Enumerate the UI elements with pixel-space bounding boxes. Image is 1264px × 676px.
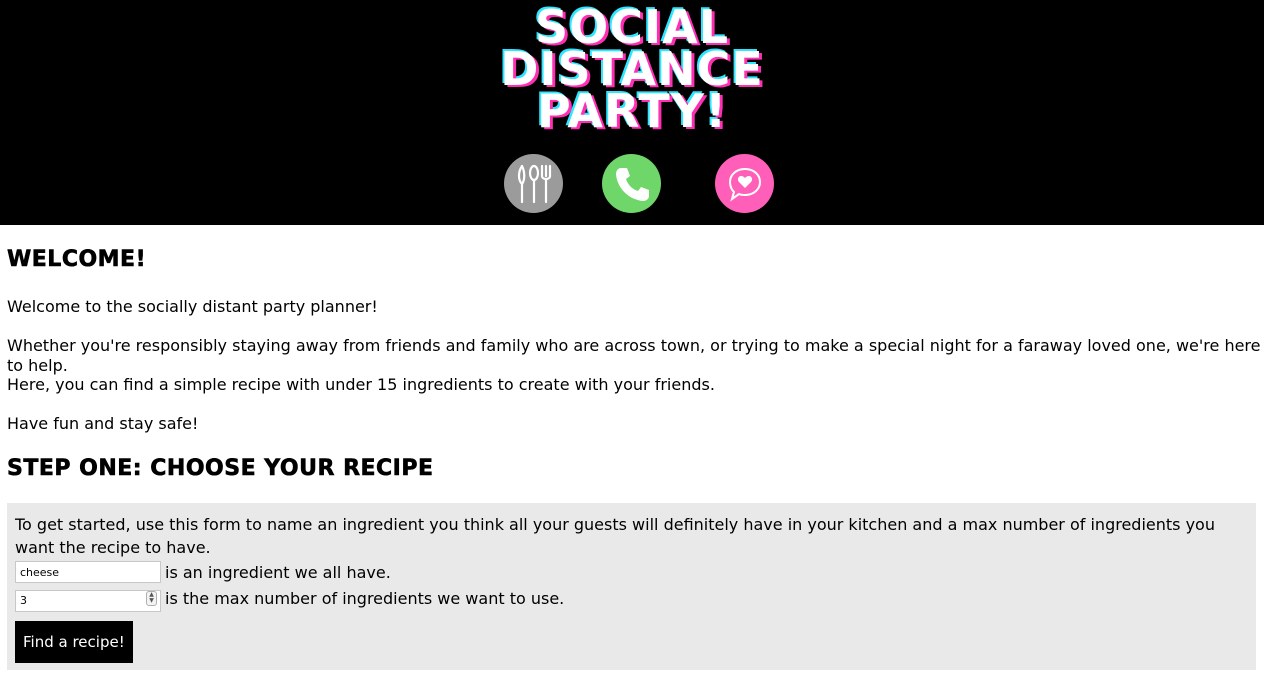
welcome-paragraph-4: Have fun and stay safe! xyxy=(7,414,199,433)
chat-nav-button[interactable] xyxy=(715,154,774,213)
form-intro: To get started, use this form to name an… xyxy=(15,515,1215,557)
welcome-paragraph-1: Welcome to the socially distant party pl… xyxy=(7,297,378,316)
ingredient-row: is an ingredient we all have. xyxy=(15,559,1248,585)
ingredient-input[interactable] xyxy=(15,561,161,583)
site-header: SOCIAL DISTANCE PARTY! xyxy=(0,0,1264,225)
heart-chat-icon xyxy=(728,167,761,201)
recipe-nav-button[interactable] xyxy=(504,154,563,213)
find-recipe-button[interactable]: Find a recipe! xyxy=(15,621,133,663)
max-ingredients-label: is the max number of ingredients we want… xyxy=(165,588,565,608)
utensils-icon xyxy=(517,164,551,203)
welcome-heading: Welcome! xyxy=(7,247,147,273)
phone-icon xyxy=(615,167,649,201)
call-nav-button[interactable] xyxy=(602,154,661,213)
ingredient-label: is an ingredient we all have. xyxy=(165,562,391,582)
welcome-paragraph-2: Whether you're responsibly staying away … xyxy=(7,336,1261,375)
max-ingredients-row: ▲▼ is the max number of ingredients we w… xyxy=(15,585,1248,612)
max-ingredients-stepper: ▲▼ xyxy=(15,587,161,612)
max-ingredients-input[interactable] xyxy=(15,589,161,612)
nav-icons xyxy=(0,154,1264,214)
logo-line-3: PARTY! xyxy=(536,84,728,138)
stepper-arrows-icon[interactable]: ▲ ▼ xyxy=(146,591,157,606)
site-logo: SOCIAL DISTANCE PARTY! xyxy=(0,4,1264,138)
recipe-form: To get started, use this form to name an… xyxy=(7,503,1256,670)
welcome-paragraph-3: Here, you can find a simple recipe with … xyxy=(7,375,715,394)
step-one-heading: Step One: Choose Your Recipe xyxy=(7,456,434,482)
